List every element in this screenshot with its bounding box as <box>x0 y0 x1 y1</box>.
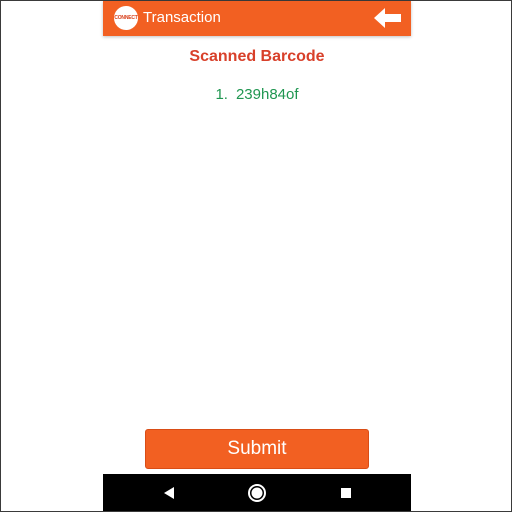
nav-home-icon <box>248 484 266 502</box>
phone-screen: CONNECT Transaction Scanned Barcode 1. 23… <box>103 1 411 511</box>
barcode-item-number: 1. <box>215 86 228 103</box>
app-bar: CONNECT Transaction <box>103 1 411 36</box>
back-button[interactable] <box>373 6 403 30</box>
nav-home-button[interactable] <box>246 482 268 504</box>
app-logo: CONNECT <box>114 6 138 30</box>
nav-recents-icon <box>341 488 351 498</box>
list-item: 1. 239h84of <box>103 85 411 105</box>
barcode-item-code: 239h84of <box>235 86 299 103</box>
arrow-left-icon <box>374 8 401 28</box>
nav-back-button[interactable] <box>158 482 180 504</box>
app-logo-text: CONNECT <box>114 14 138 21</box>
system-nav-bar <box>103 474 411 511</box>
screenshot-frame: CONNECT Transaction Scanned Barcode 1. 23… <box>0 0 512 512</box>
page-title: Transaction <box>143 9 221 26</box>
barcode-list: 1. 239h84of <box>103 85 411 105</box>
submit-button[interactable]: Submit <box>145 429 369 469</box>
nav-recents-button[interactable] <box>335 482 357 504</box>
scanned-barcode-heading: Scanned Barcode <box>189 48 325 65</box>
nav-back-icon <box>164 487 174 499</box>
